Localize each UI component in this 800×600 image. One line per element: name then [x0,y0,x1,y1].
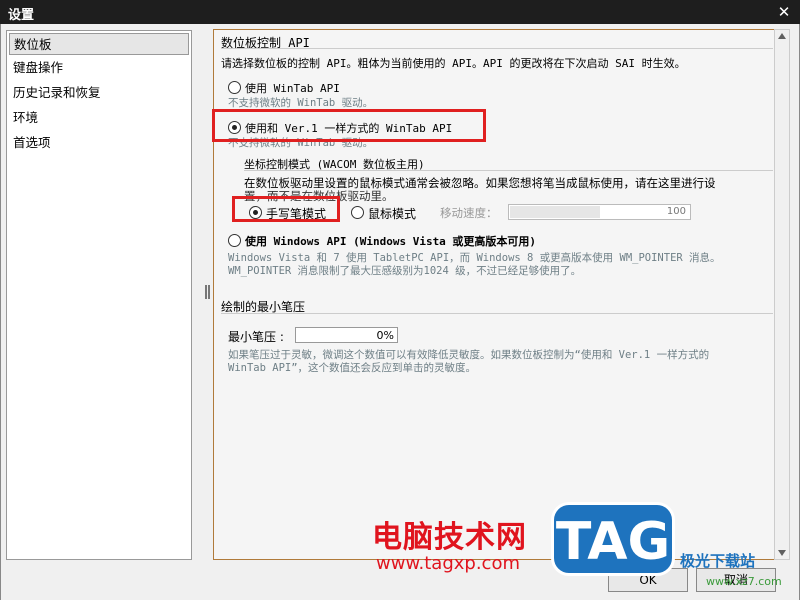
radio-wintab[interactable] [228,81,241,94]
close-icon[interactable]: ✕ [774,2,794,22]
sidebar-item-environment[interactable]: 环境 [9,107,189,129]
vertical-scrollbar[interactable] [774,29,790,560]
splitter-handle[interactable] [205,285,210,299]
sidebar-item-preferences[interactable]: 首选项 [9,132,189,154]
divider [244,170,773,171]
divider [221,48,773,49]
sidebar-item-tablet[interactable]: 数位板 [9,33,189,55]
jg-logo-text: 极光下载站 [680,552,756,570]
min-pressure-input[interactable]: 0% [295,327,398,343]
sidebar-item-history[interactable]: 历史记录和恢复 [9,82,189,104]
highlight-box [232,196,340,222]
speed-slider-fill [510,206,600,218]
scroll-up-icon[interactable] [778,33,786,39]
label-wintab[interactable]: 使用 WinTab API [245,80,340,96]
label-min-pressure: 最小笔压 : [228,330,284,344]
label-move-speed: 移动速度： [440,206,498,220]
watermark-text: 电脑技术网 [372,520,527,555]
category-sidebar: 数位板 键盘操作 历史记录和恢复 环境 首选项 [6,30,192,560]
window-title: 设置 [8,8,35,23]
watermark-url: www.tagxp.com [376,553,520,574]
divider [221,313,773,314]
radio-windows-api[interactable] [228,234,241,247]
title-bar: 设置 ✕ [0,0,800,24]
speed-value: 100 [666,206,686,217]
highlight-box [212,109,486,142]
scroll-down-icon[interactable] [778,550,786,556]
tablet-intro: 请选择数位板的控制 API。粗体为当前使用的 API。API 的更改将在下次启动… [221,57,686,70]
speed-slider[interactable]: 100 [508,204,691,220]
label-windows-api[interactable]: 使用 Windows API (Windows Vista 或更高版本可用) [245,233,536,249]
note-wintab: 不支持微软的 WinTab 驱动。 [228,97,374,109]
jg-logo-url: www.xz7.com [706,575,782,588]
note-winapi-2: WM_POINTER 消息限制了最大压感级别为1024 级，不过已经足够使用了。 [228,265,582,277]
sidebar-item-keyboard[interactable]: 键盘操作 [9,57,189,79]
label-mouse-mode[interactable]: 鼠标模式 [368,205,416,222]
tag-logo: TAG [551,502,675,576]
min-pressure-value: 0% [376,329,394,342]
pressure-note-2: WinTab API”，这个数值还会反应到单击的灵敏度。 [228,362,477,374]
radio-mouse-mode[interactable] [351,206,364,219]
